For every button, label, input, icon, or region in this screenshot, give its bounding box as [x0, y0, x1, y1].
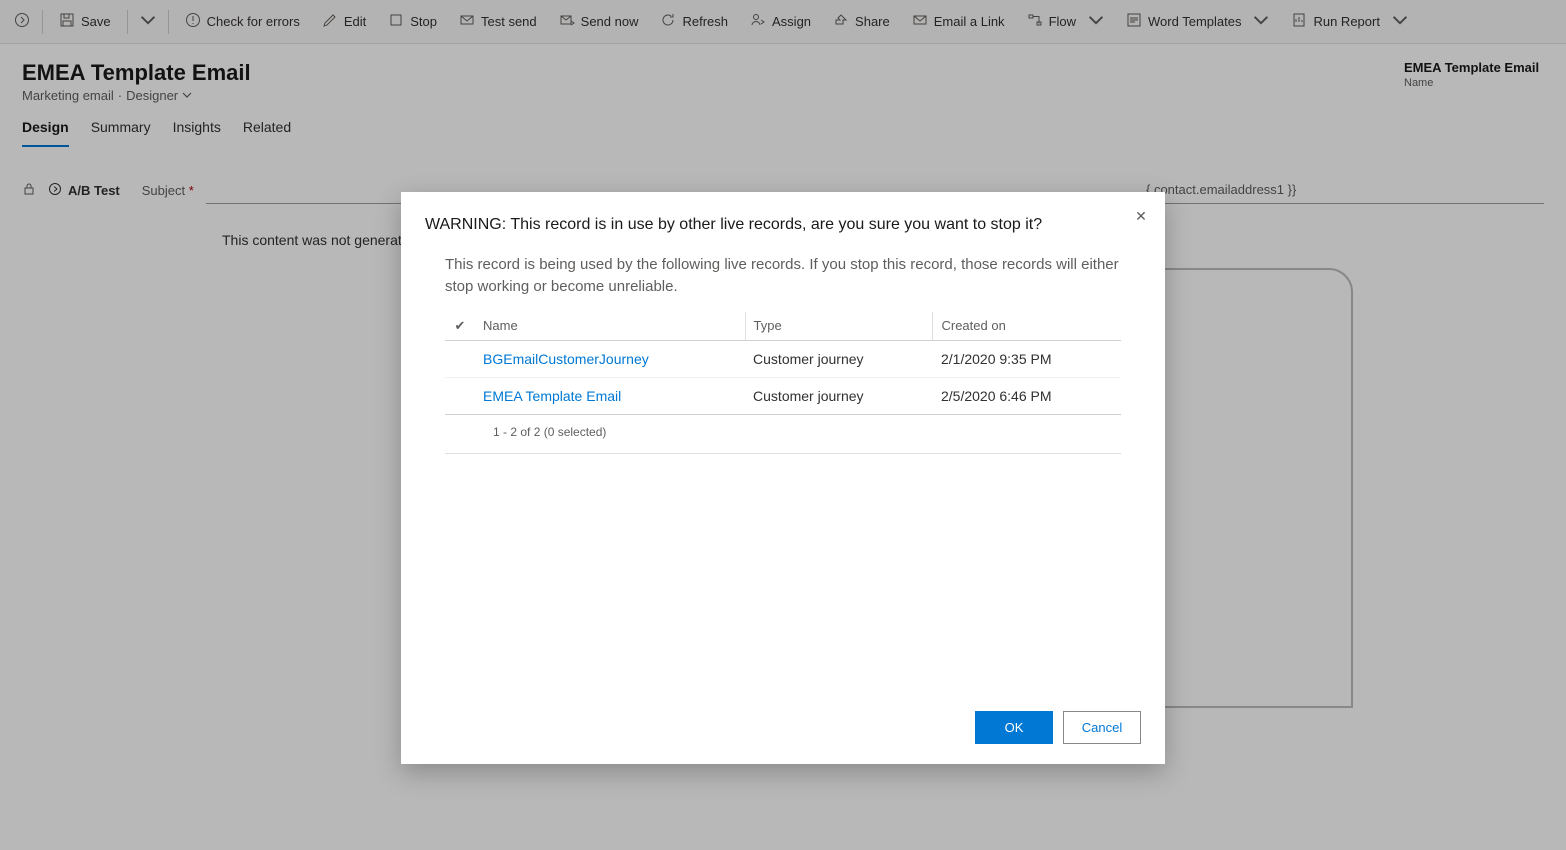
- close-button[interactable]: ✕: [1131, 206, 1151, 226]
- col-check[interactable]: ✔: [445, 312, 475, 341]
- ok-button[interactable]: OK: [975, 711, 1053, 744]
- table-row[interactable]: BGEmailCustomerJourney Customer journey …: [445, 340, 1121, 377]
- col-name[interactable]: Name: [475, 312, 745, 341]
- record-created: 2/1/2020 9:35 PM: [933, 340, 1121, 377]
- record-link[interactable]: EMEA Template Email: [483, 388, 621, 404]
- modal-title: WARNING: This record is in use by other …: [425, 216, 1141, 234]
- pagination-label: 1 - 2 of 2 (0 selected): [445, 415, 1121, 454]
- record-link[interactable]: BGEmailCustomerJourney: [483, 351, 649, 367]
- record-type: Customer journey: [745, 377, 933, 414]
- col-type[interactable]: Type: [745, 312, 933, 341]
- table-row[interactable]: EMEA Template Email Customer journey 2/5…: [445, 377, 1121, 414]
- col-created-on[interactable]: Created on: [933, 312, 1121, 341]
- cancel-button[interactable]: Cancel: [1063, 711, 1141, 744]
- modal-overlay: ✕ WARNING: This record is in use by othe…: [0, 0, 1566, 850]
- check-icon: ✔: [455, 318, 466, 333]
- modal-message: This record is being used by the followi…: [425, 254, 1141, 298]
- record-type: Customer journey: [745, 340, 933, 377]
- records-table: ✔ Name Type Created on BGEmailCustomerJo…: [445, 312, 1121, 415]
- modal-footer: OK Cancel: [425, 711, 1141, 744]
- record-created: 2/5/2020 6:46 PM: [933, 377, 1121, 414]
- close-icon: ✕: [1135, 208, 1147, 225]
- warning-modal: ✕ WARNING: This record is in use by othe…: [401, 192, 1165, 764]
